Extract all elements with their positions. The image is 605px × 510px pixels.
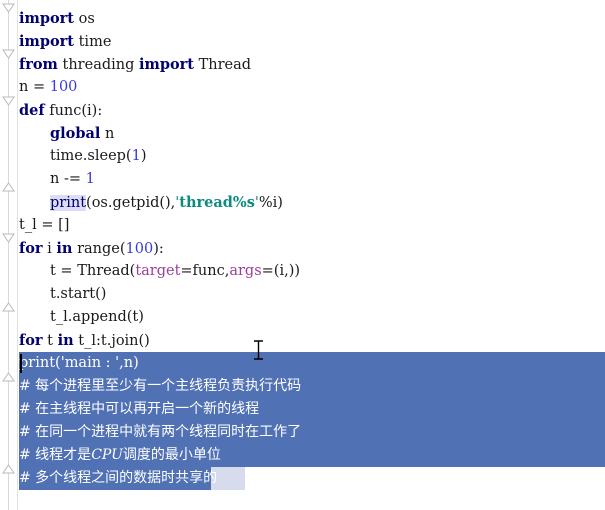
code-editor[interactable]: import os import time from threading impor…	[0, 0, 605, 510]
fold-collapse-icon[interactable]	[1, 232, 16, 245]
text-caret	[20, 354, 22, 373]
code-token: main :	[64, 355, 116, 371]
code-line[interactable]: import time	[19, 30, 605, 53]
fold-collapse-icon[interactable]	[1, 48, 16, 61]
code-token: %i)	[258, 195, 283, 211]
code-line[interactable]: t.start()	[19, 283, 605, 306]
code-line[interactable]: t = Thread(target=func,args=(i,))	[19, 260, 605, 283]
code-token: def	[19, 102, 45, 119]
code-lines[interactable]: import os import time from threading impor…	[19, 0, 605, 510]
code-token: global	[50, 125, 101, 142]
code-token: (os.getpid(),	[86, 195, 176, 211]
code-comment: # 每个进程里至少有一个主线程负责执行代码	[19, 378, 302, 394]
code-token: 100	[125, 241, 154, 257]
editor-gutter	[0, 0, 18, 510]
code-token: in	[57, 332, 74, 349]
code-line[interactable]: def func(i):	[19, 99, 605, 122]
code-token: =(i,))	[261, 263, 301, 279]
code-token: for	[19, 332, 43, 349]
code-token: ,n)	[119, 355, 139, 371]
code-line[interactable]: t_l.append(t)	[19, 306, 605, 329]
code-comment: # 在主线程中可以再开启一个新的线程	[19, 401, 260, 417]
code-line[interactable]: t_l = []	[19, 214, 605, 237]
code-token: func(i):	[44, 103, 103, 119]
code-comment: # 在同一个进程中就有两个线程同时在工作了	[19, 424, 302, 440]
code-token: =func,	[180, 263, 230, 279]
code-token: print	[50, 195, 87, 211]
code-token: Thread	[194, 57, 252, 73]
code-token: i	[42, 241, 57, 257]
code-line[interactable]: n -= 1	[19, 168, 605, 191]
code-token: t_l.append(t)	[50, 309, 144, 325]
code-line[interactable]: global n	[19, 122, 605, 145]
code-token: import	[19, 33, 74, 50]
code-token: thread%s	[179, 194, 255, 211]
fold-expand-icon[interactable]	[1, 370, 16, 383]
fold-collapse-icon[interactable]	[1, 95, 16, 108]
code-line[interactable]: for i in range(100):	[19, 237, 605, 260]
fold-expand-icon[interactable]	[1, 180, 16, 193]
gutter-divider-line	[8, 0, 9, 510]
code-token: n =	[19, 79, 50, 95]
code-line[interactable]: print(os.getpid(),'thread%s'%i)	[19, 191, 605, 214]
code-line[interactable]: print('main : ',n)	[19, 352, 605, 375]
code-token: range(	[72, 241, 126, 257]
code-token: ):	[153, 241, 164, 257]
code-token: in	[56, 240, 73, 257]
code-line[interactable]: # 线程才是CPU调度的最小单位	[19, 444, 605, 467]
code-token: t_l:t.join()	[73, 333, 150, 349]
code-comment: # 线程才是	[19, 447, 92, 463]
code-token: for	[19, 240, 43, 257]
code-line[interactable]: import os	[19, 7, 605, 30]
code-token: threading	[57, 57, 139, 73]
code-token: from	[19, 56, 58, 73]
code-comment: 调度的最小单位	[122, 447, 221, 463]
fold-expand-icon[interactable]	[1, 462, 16, 475]
code-line[interactable]: # 在主线程中可以再开启一个新的线程	[19, 398, 605, 421]
code-comment-emphasis: CPU	[91, 447, 123, 463]
code-token: n -=	[50, 171, 86, 187]
code-line[interactable]: # 多个线程之间的数据时共享的	[19, 467, 605, 490]
code-token: time.sleep(	[50, 148, 132, 164]
code-token: args	[229, 263, 262, 279]
code-line[interactable]: # 在同一个进程中就有两个线程同时在工作了	[19, 421, 605, 444]
code-token: 1	[131, 148, 141, 164]
code-token: import	[19, 10, 74, 27]
fold-expand-icon[interactable]	[1, 300, 16, 313]
code-line[interactable]: # 每个进程里至少有一个主线程负责执行代码	[19, 375, 605, 398]
code-token: time	[74, 34, 112, 50]
code-token: t = Thread(	[50, 263, 136, 279]
code-line[interactable]: from threading import Thread	[19, 53, 605, 76]
code-token: t.start()	[50, 286, 107, 302]
code-token: 100	[49, 79, 78, 95]
code-token: 1	[85, 171, 95, 187]
code-line[interactable]: for t in t_l:t.join()	[19, 329, 605, 352]
code-line[interactable]: time.sleep(1)	[19, 145, 605, 168]
fold-collapse-icon[interactable]	[1, 2, 16, 15]
text-ibeam-cursor	[254, 340, 263, 360]
code-token: t	[42, 333, 58, 349]
code-comment: # 多个线程之间的数据时共享的	[19, 470, 218, 486]
code-line[interactable]: n = 100	[19, 76, 605, 99]
code-token: print(	[19, 355, 61, 371]
code-token: import	[139, 56, 194, 73]
code-token: n	[100, 126, 115, 142]
code-token: target	[135, 263, 181, 279]
code-token: os	[74, 11, 95, 27]
code-token: t_l = []	[19, 217, 70, 233]
code-token: )	[140, 148, 147, 164]
